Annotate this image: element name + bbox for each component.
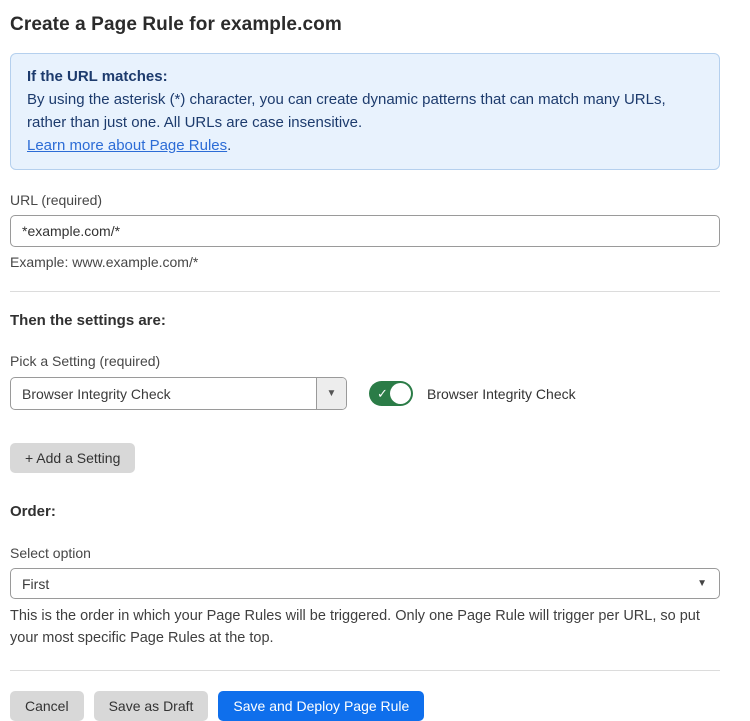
url-field-label: URL (required) (10, 192, 720, 208)
add-setting-button[interactable]: + Add a Setting (10, 443, 135, 473)
url-field-help: Example: www.example.com/* (10, 254, 720, 270)
setting-row: Browser Integrity Check ▼ ✓ Browser Inte… (10, 377, 720, 410)
order-help-text: This is the order in which your Page Rul… (10, 605, 720, 649)
browser-integrity-toggle[interactable]: ✓ (369, 381, 413, 406)
order-select[interactable]: First ▼ (10, 568, 720, 599)
info-box-body: By using the asterisk (*) character, you… (27, 88, 703, 134)
toggle-knob (390, 383, 411, 404)
order-select-label: Select option (10, 545, 720, 561)
save-as-draft-button[interactable]: Save as Draft (94, 691, 209, 721)
url-input[interactable] (10, 215, 720, 247)
info-box-link-line: Learn more about Page Rules. (27, 134, 703, 157)
form-actions: Cancel Save as Draft Save and Deploy Pag… (10, 691, 720, 721)
url-match-info-box: If the URL matches: By using the asteris… (10, 53, 720, 170)
cancel-button[interactable]: Cancel (10, 691, 84, 721)
divider (10, 291, 720, 292)
info-box-heading: If the URL matches: (27, 65, 703, 88)
pick-setting-select-value: Browser Integrity Check (11, 378, 316, 409)
create-page-rule-form: Create a Page Rule for example.com If th… (0, 0, 740, 721)
divider (10, 670, 720, 671)
order-section-heading: Order: (10, 503, 720, 520)
learn-more-link[interactable]: Learn more about Page Rules (27, 137, 227, 154)
link-suffix: . (227, 137, 231, 154)
check-icon: ✓ (377, 387, 388, 400)
chevron-down-icon: ▼ (697, 577, 707, 588)
chevron-down-icon[interactable]: ▼ (316, 378, 346, 409)
pick-setting-select[interactable]: Browser Integrity Check ▼ (10, 377, 347, 410)
pick-setting-label: Pick a Setting (required) (10, 353, 720, 369)
page-title: Create a Page Rule for example.com (10, 14, 720, 36)
order-select-value: First (22, 576, 49, 592)
settings-section-heading: Then the settings are: (10, 312, 720, 329)
save-and-deploy-button[interactable]: Save and Deploy Page Rule (218, 691, 424, 721)
toggle-label: Browser Integrity Check (427, 386, 576, 402)
